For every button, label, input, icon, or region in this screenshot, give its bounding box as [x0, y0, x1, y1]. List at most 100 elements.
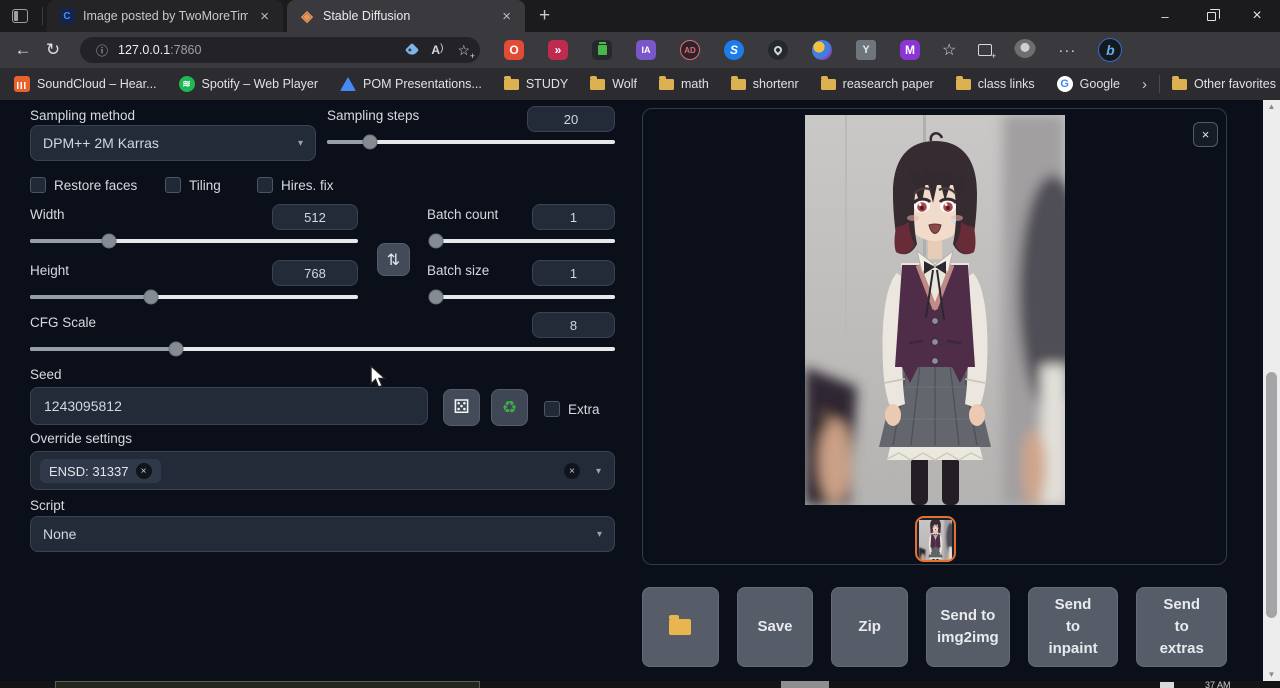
scroll-down-icon[interactable]: ▼ — [1263, 668, 1280, 681]
read-aloud-icon[interactable]: A — [431, 43, 443, 57]
new-tab-button[interactable]: + — [539, 5, 550, 27]
slider-handle[interactable] — [428, 290, 443, 305]
reuse-seed-button[interactable]: ♻ — [491, 389, 528, 426]
scrollbar-thumb[interactable] — [1266, 372, 1277, 618]
checkbox-icon[interactable] — [257, 177, 273, 193]
height-slider[interactable] — [30, 295, 358, 299]
tab-stable-diffusion[interactable]: ◈ Stable Diffusion × — [287, 0, 525, 32]
script-dropdown[interactable]: None ▾ — [30, 516, 615, 552]
slider-handle[interactable] — [144, 290, 159, 305]
close-tab-icon[interactable]: × — [256, 8, 273, 25]
sampling-steps-slider[interactable] — [327, 140, 615, 144]
page-scrollbar[interactable]: ▲ ▼ — [1263, 100, 1280, 681]
ia-extension-icon[interactable]: IA — [636, 40, 656, 60]
favorites-hub-icon[interactable]: ☆ — [942, 40, 956, 60]
bookmark-folder-research[interactable]: reasearch paper — [821, 77, 934, 91]
other-favorites[interactable]: Other favorites — [1172, 77, 1276, 91]
zip-button[interactable]: Zip — [831, 587, 908, 667]
chevron-down-icon: ▾ — [596, 466, 601, 477]
send-to-inpaint-button[interactable]: Send to inpaint — [1028, 587, 1119, 667]
bookmark-folder-wolf[interactable]: Wolf — [590, 77, 637, 91]
remove-chip-icon[interactable]: × — [136, 463, 152, 479]
slider-handle[interactable] — [363, 135, 378, 150]
tab-civitai[interactable]: C Image posted by TwoMoreTimes × — [47, 0, 283, 32]
pin-extension-icon[interactable] — [768, 40, 788, 60]
globe-extension-icon[interactable] — [812, 40, 832, 60]
drive-icon — [340, 77, 356, 91]
folder-icon — [956, 79, 971, 90]
back-button[interactable]: ← — [8, 40, 38, 60]
slider-handle[interactable] — [101, 234, 116, 249]
profile-avatar[interactable] — [1014, 39, 1036, 61]
video-speed-extension-icon[interactable]: » — [548, 40, 568, 60]
sampling-method-dropdown[interactable]: DPM++ 2M Karras ▾ — [30, 125, 316, 161]
seed-input[interactable]: 1243095812 — [30, 387, 428, 425]
bookmarks-overflow-icon[interactable]: › — [1142, 76, 1147, 93]
generated-image[interactable] — [805, 115, 1065, 505]
width-input[interactable]: 512 — [272, 204, 358, 230]
shazam-extension-icon[interactable]: S — [724, 40, 744, 60]
scroll-up-icon[interactable]: ▲ — [1263, 100, 1280, 113]
save-button[interactable]: Save — [737, 587, 814, 667]
checkbox-icon[interactable] — [30, 177, 46, 193]
slider-handle[interactable] — [169, 342, 184, 357]
shopping-tag-icon[interactable] — [405, 43, 419, 57]
close-window-button[interactable]: × — [1234, 0, 1280, 32]
send-to-img2img-button[interactable]: Send to img2img — [926, 587, 1010, 667]
collections-icon[interactable] — [978, 44, 992, 56]
bookmark-folder-study[interactable]: STUDY — [504, 77, 568, 91]
batch-size-slider[interactable] — [430, 295, 615, 299]
close-tab-icon[interactable]: × — [498, 8, 515, 25]
height-input[interactable]: 768 — [272, 260, 358, 286]
address-bar[interactable]: ⓘ 127.0.0.1 :7860 A ☆+ — [80, 37, 480, 63]
stable-diffusion-app: Sampling method DPM++ 2M Karras ▾ Sampli… — [0, 100, 1263, 681]
override-settings-box[interactable]: ENSD: 31337 × × ▾ — [30, 451, 615, 490]
close-gallery-button[interactable]: × — [1193, 122, 1218, 147]
settings-menu-icon[interactable]: ··· — [1058, 42, 1076, 59]
trash-extension-icon[interactable] — [592, 40, 612, 60]
checkbox-icon[interactable] — [165, 177, 181, 193]
clear-all-icon[interactable]: × — [564, 463, 580, 479]
y-extension-icon[interactable]: Y — [856, 40, 876, 60]
checkbox-icon[interactable] — [544, 401, 560, 417]
tab-actions-icon[interactable] — [12, 9, 28, 23]
folder-icon — [669, 619, 691, 635]
sampling-steps-input[interactable]: 20 — [527, 106, 615, 132]
seed-label: Seed — [30, 367, 62, 382]
script-value: None — [43, 526, 76, 542]
monica-extension-icon[interactable]: M — [900, 40, 920, 60]
restore-faces-option[interactable]: Restore faces — [30, 177, 137, 193]
bookmark-spotify[interactable]: ≋Spotify – Web Player — [179, 76, 319, 92]
gallery-thumbnail-selected[interactable] — [915, 516, 956, 562]
o-extension-icon[interactable]: O — [504, 40, 524, 60]
slider-handle[interactable] — [428, 234, 443, 249]
site-info-icon[interactable]: ⓘ — [96, 42, 108, 59]
chevron-down-icon: ▾ — [298, 138, 303, 149]
bookmark-google[interactable]: GGoogle — [1057, 76, 1120, 92]
add-favorite-icon[interactable]: ☆+ — [457, 42, 470, 59]
batch-size-input[interactable]: 1 — [532, 260, 615, 286]
adblock-extension-icon[interactable]: AD — [680, 40, 700, 60]
copilot-icon[interactable]: b — [1098, 38, 1122, 62]
random-seed-button[interactable]: ⚄ — [443, 389, 480, 426]
restore-button[interactable] — [1188, 0, 1234, 32]
tiling-option[interactable]: Tiling — [165, 177, 221, 193]
swap-dimensions-button[interactable]: ⇅ — [377, 243, 410, 276]
bookmark-soundcloud[interactable]: SoundCloud – Hear... — [14, 76, 157, 92]
batch-count-input[interactable]: 1 — [532, 204, 615, 230]
batch-count-slider[interactable] — [430, 239, 615, 243]
cfg-scale-input[interactable]: 8 — [532, 312, 615, 338]
bookmark-pom[interactable]: POM Presentations... — [340, 77, 482, 91]
bookmark-folder-shortenr[interactable]: shortenr — [731, 77, 799, 91]
hires-fix-option[interactable]: Hires. fix — [257, 177, 334, 193]
minimize-button[interactable]: – — [1142, 0, 1188, 32]
open-folder-button[interactable] — [642, 587, 719, 667]
send-to-extras-button[interactable]: Send to extras — [1136, 587, 1227, 667]
cfg-scale-slider[interactable] — [30, 347, 615, 351]
extra-seed-option[interactable]: Extra — [544, 401, 600, 417]
bookmark-folder-math[interactable]: math — [659, 77, 709, 91]
bookmark-folder-classlinks[interactable]: class links — [956, 77, 1035, 91]
width-slider[interactable] — [30, 239, 358, 243]
override-chip-ensd[interactable]: ENSD: 31337 × — [40, 459, 161, 483]
reload-button[interactable]: ↻ — [38, 40, 68, 60]
